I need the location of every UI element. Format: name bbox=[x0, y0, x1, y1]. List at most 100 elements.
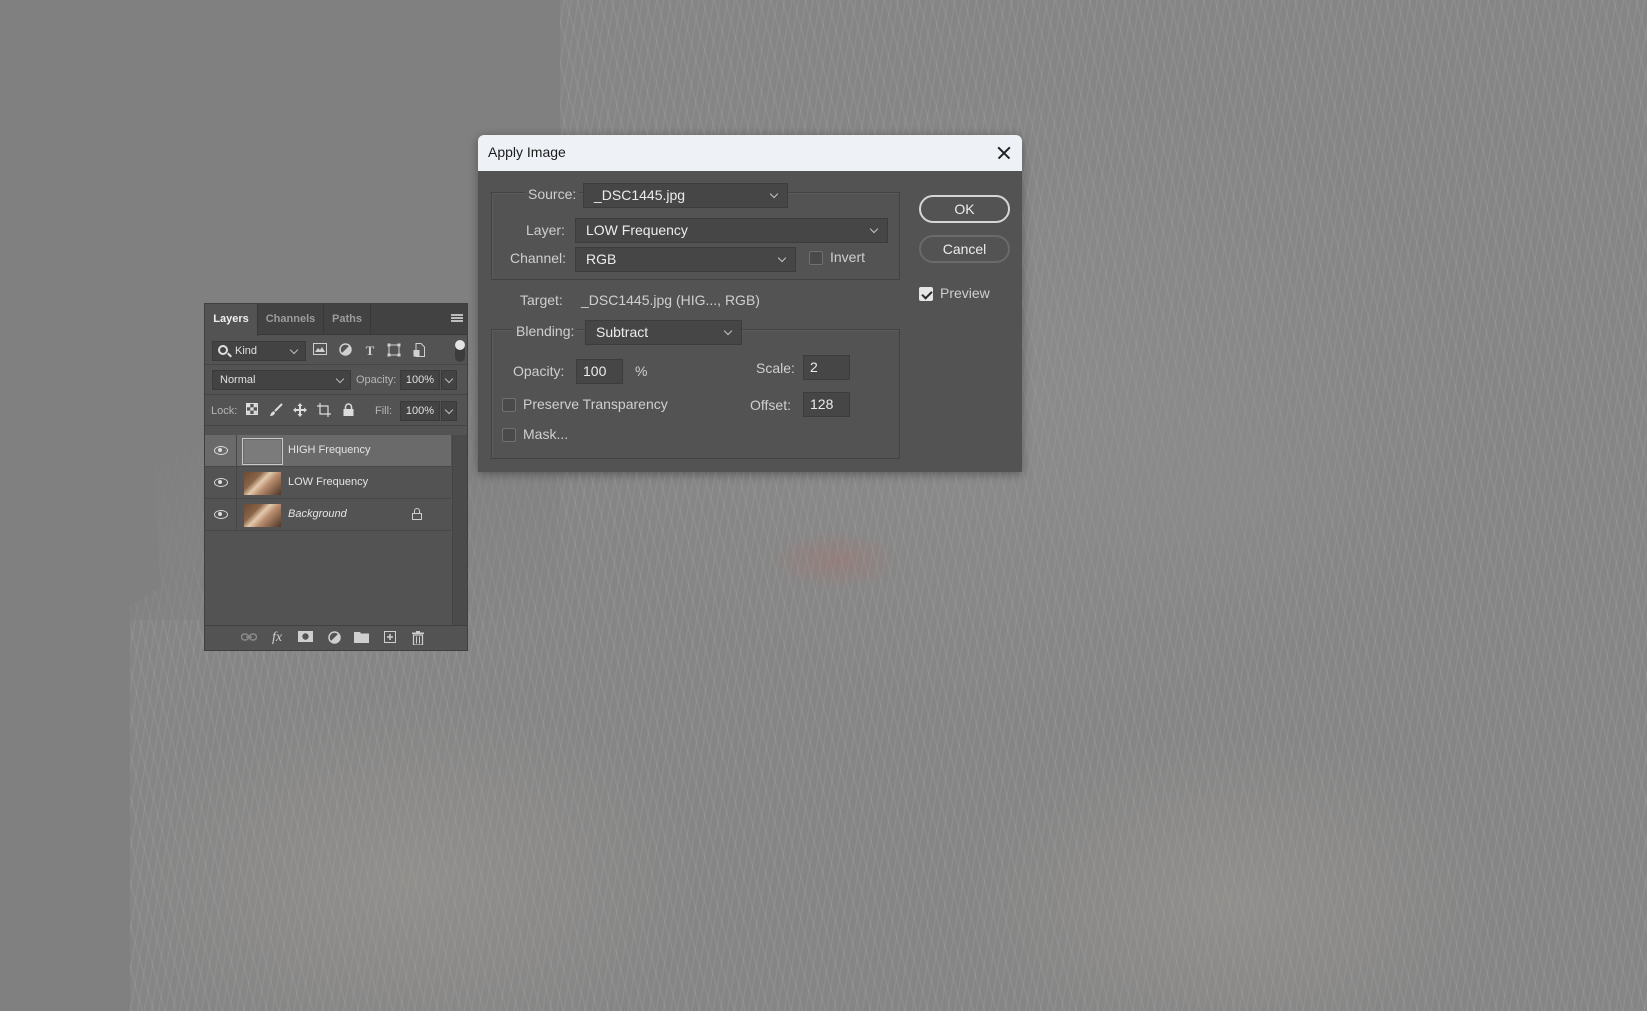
cancel-button[interactable]: Cancel bbox=[919, 235, 1010, 263]
ok-button[interactable]: OK bbox=[919, 195, 1010, 223]
blending-label: Blending: bbox=[513, 323, 578, 339]
preview-checkbox[interactable] bbox=[919, 287, 933, 301]
source-label: Source: bbox=[525, 186, 580, 202]
layer-thumbnail bbox=[244, 472, 281, 495]
lock-all-icon[interactable] bbox=[341, 403, 355, 417]
filter-kind-label: Kind bbox=[235, 345, 258, 357]
link-layers-icon[interactable] bbox=[240, 631, 258, 645]
visibility-toggle[interactable] bbox=[205, 499, 237, 531]
lock-label: Lock: bbox=[211, 405, 238, 417]
target-value: _DSC1445.jpg (HIG..., RGB) bbox=[581, 292, 760, 308]
panel-footer: fx bbox=[205, 625, 467, 650]
panel-tabs: Layers Channels Paths bbox=[205, 304, 467, 336]
lock-row: Lock: Fill: 100% bbox=[205, 396, 467, 426]
layer-thumbnail bbox=[244, 504, 281, 527]
type-layer-filter-icon[interactable]: T bbox=[362, 343, 378, 359]
blending-value: Subtract bbox=[596, 324, 649, 340]
lock-position-icon[interactable] bbox=[293, 403, 307, 417]
blending-select[interactable]: Subtract bbox=[585, 320, 742, 345]
filter-toggle[interactable] bbox=[455, 340, 465, 362]
target-label: Target: bbox=[520, 292, 563, 308]
eye-icon bbox=[214, 478, 228, 487]
smart-object-filter-icon[interactable] bbox=[411, 343, 427, 359]
chevron-down-icon bbox=[869, 224, 879, 234]
scale-label: Scale: bbox=[756, 360, 795, 376]
layer-name: LOW Frequency bbox=[288, 476, 369, 488]
channel-value: RGB bbox=[586, 251, 617, 267]
layer-row-low-frequency[interactable]: LOW Frequency bbox=[205, 467, 451, 499]
chevron-down-icon bbox=[769, 189, 779, 199]
invert-checkbox[interactable] bbox=[809, 251, 823, 265]
layer-row-background[interactable]: Background bbox=[205, 499, 451, 531]
adjustment-layer-icon[interactable] bbox=[326, 631, 342, 645]
channel-select[interactable]: RGB bbox=[575, 247, 796, 272]
new-layer-icon[interactable] bbox=[382, 631, 398, 645]
offset-input[interactable]: 128 bbox=[803, 392, 850, 417]
dialog-title: Apply Image bbox=[488, 144, 566, 160]
scale-input[interactable]: 2 bbox=[803, 355, 850, 380]
layer-opacity-input[interactable]: 100% bbox=[400, 370, 440, 390]
preserve-transparency-label: Preserve Transparency bbox=[523, 396, 668, 412]
tab-paths[interactable]: Paths bbox=[324, 304, 371, 335]
preserve-transparency-checkbox[interactable] bbox=[502, 398, 516, 412]
mask-checkbox[interactable] bbox=[502, 428, 516, 442]
mask-label: Mask... bbox=[523, 426, 569, 442]
invert-label: Invert bbox=[830, 249, 866, 265]
blend-row: Normal Opacity: 100% bbox=[205, 366, 467, 395]
lock-transparent-pixels-icon[interactable] bbox=[245, 403, 259, 417]
offset-label: Offset: bbox=[750, 397, 791, 413]
layer-name: HIGH Frequency bbox=[288, 444, 371, 456]
opacity-input[interactable]: 100 bbox=[576, 359, 623, 384]
source-select[interactable]: _DSC1445.jpg bbox=[583, 183, 788, 208]
blend-mode-value: Normal bbox=[220, 374, 256, 386]
fill-slider-button[interactable] bbox=[441, 401, 457, 421]
adjustment-layer-filter-icon[interactable] bbox=[337, 343, 353, 359]
chevron-down-icon bbox=[444, 405, 454, 415]
chevron-down-icon bbox=[335, 374, 345, 384]
blend-mode-select[interactable]: Normal bbox=[212, 370, 351, 390]
filter-kind-select[interactable]: Kind bbox=[212, 341, 306, 361]
layer-fill-input[interactable]: 100% bbox=[400, 401, 440, 421]
close-icon[interactable] bbox=[994, 143, 1014, 163]
new-group-icon[interactable] bbox=[353, 631, 369, 645]
chevron-down-icon bbox=[723, 326, 733, 336]
tab-channels[interactable]: Channels bbox=[258, 304, 324, 335]
opacity-label: Opacity: bbox=[513, 363, 565, 379]
layer-value: LOW Frequency bbox=[586, 222, 688, 238]
layer-thumbnail bbox=[242, 438, 283, 465]
fx-icon[interactable]: fx bbox=[269, 631, 285, 645]
layer-label: Layer: bbox=[526, 222, 565, 238]
lock-icon[interactable] bbox=[412, 508, 422, 520]
lock-artboard-icon[interactable] bbox=[317, 403, 331, 417]
tab-layers[interactable]: Layers bbox=[205, 304, 258, 336]
opacity-slider-button[interactable] bbox=[441, 370, 457, 390]
chevron-down-icon bbox=[777, 253, 787, 263]
layers-scrollbar[interactable] bbox=[452, 435, 467, 625]
layer-filter-row: Kind T bbox=[205, 336, 467, 365]
search-icon bbox=[218, 345, 228, 355]
layer-select[interactable]: LOW Frequency bbox=[575, 218, 888, 243]
fill-label: Fill: bbox=[375, 405, 393, 417]
source-value: _DSC1445.jpg bbox=[594, 187, 686, 203]
eye-icon bbox=[214, 446, 228, 455]
delete-layer-icon[interactable] bbox=[410, 631, 426, 646]
lock-image-pixels-icon[interactable] bbox=[269, 403, 283, 417]
pixel-layer-filter-icon[interactable] bbox=[312, 343, 328, 359]
dialog-titlebar[interactable]: Apply Image bbox=[478, 135, 1022, 171]
channel-label: Channel: bbox=[510, 250, 567, 266]
add-mask-icon[interactable] bbox=[297, 631, 313, 645]
shape-layer-filter-icon[interactable] bbox=[386, 343, 402, 359]
layer-name: Background bbox=[288, 508, 347, 520]
layer-row-high-frequency[interactable]: HIGH Frequency bbox=[205, 435, 451, 467]
opacity-label: Opacity: bbox=[356, 374, 397, 386]
apply-image-dialog: Apply Image Source: _DSC1445.jpg Layer: … bbox=[478, 135, 1022, 472]
visibility-toggle[interactable] bbox=[205, 467, 237, 499]
chevron-down-icon bbox=[444, 374, 454, 384]
visibility-toggle[interactable] bbox=[205, 435, 237, 467]
eye-icon bbox=[214, 510, 228, 519]
preview-label: Preview bbox=[940, 285, 990, 301]
chevron-down-icon bbox=[289, 345, 299, 355]
opacity-unit: % bbox=[635, 363, 648, 379]
layers-panel: Layers Channels Paths Kind T Normal Opac… bbox=[204, 303, 468, 651]
panel-menu-icon[interactable] bbox=[451, 314, 463, 324]
